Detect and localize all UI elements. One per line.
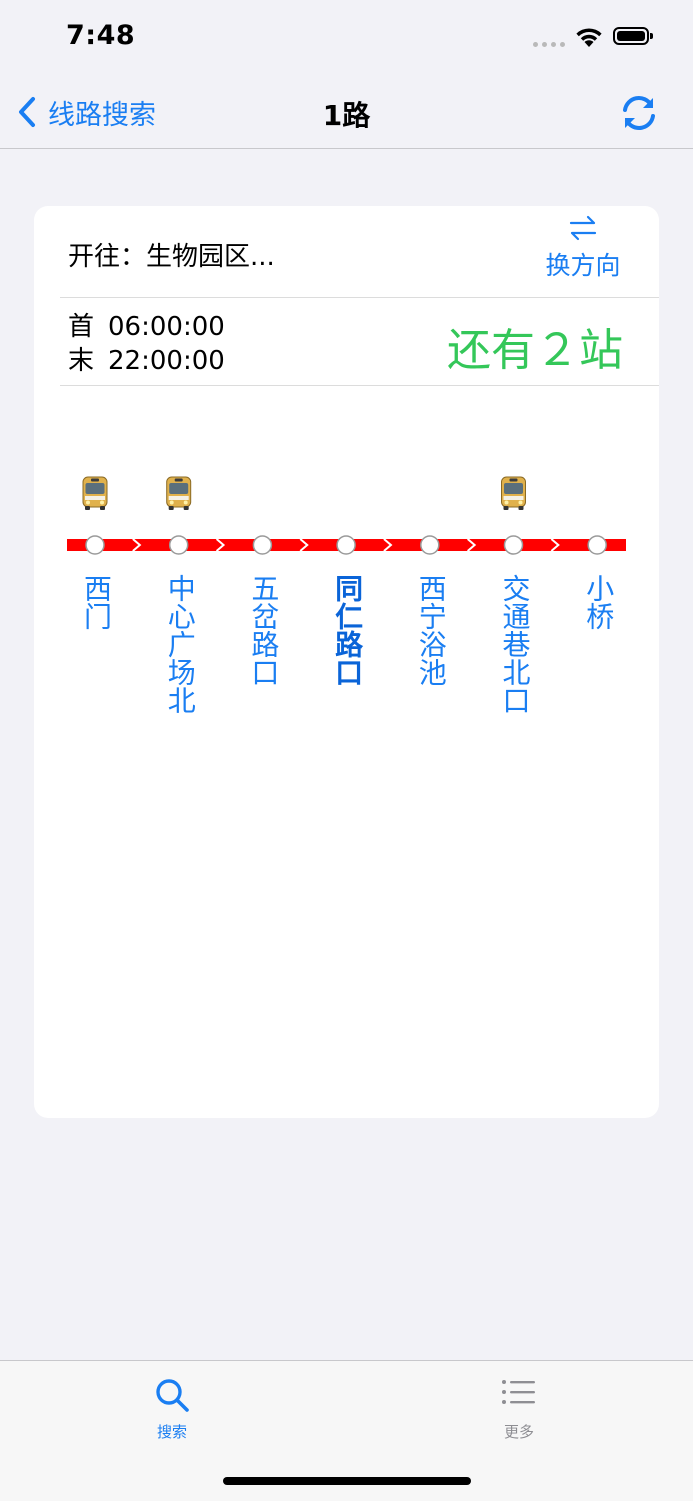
back-label: 线路搜索 bbox=[48, 99, 156, 131]
station-label[interactable]: 西宁浴池 bbox=[410, 574, 450, 686]
tab-more-label: 更多 bbox=[503, 1423, 534, 1441]
wifi-icon bbox=[576, 28, 602, 47]
chevron-left-icon bbox=[19, 97, 35, 127]
station-list: 西门 中心广场北 五岔路口 同仁路口 西宁浴池 交通巷北口 小桥 bbox=[34, 574, 659, 774]
navigation-bar: 线路搜索 1路 bbox=[0, 76, 693, 149]
bus-icon bbox=[166, 476, 192, 510]
station-node bbox=[336, 535, 356, 555]
refresh-icon bbox=[623, 95, 655, 131]
station-label[interactable]: 同仁路口 bbox=[326, 574, 366, 686]
tab-more[interactable]: 更多 bbox=[459, 1375, 579, 1442]
back-button[interactable]: 线路搜索 bbox=[18, 90, 156, 134]
search-icon bbox=[156, 1379, 189, 1412]
station-node bbox=[587, 535, 607, 555]
route-line-diagram bbox=[67, 476, 626, 555]
station-label[interactable]: 中心广场北 bbox=[159, 574, 199, 714]
tab-search[interactable]: 搜索 bbox=[112, 1375, 232, 1442]
list-icon bbox=[502, 1380, 535, 1404]
station-label[interactable]: 五岔路口 bbox=[242, 574, 282, 686]
battery-icon bbox=[613, 27, 653, 45]
station-node bbox=[168, 535, 189, 555]
station-node bbox=[252, 535, 273, 555]
route-card: 开往：生物园区... 换方向 首 06:00:00 末 22:00:00 还有２站 … bbox=[34, 206, 659, 1118]
station-label[interactable]: 西门 bbox=[75, 574, 115, 630]
cellular-signal-icon bbox=[533, 42, 565, 48]
tab-search-label: 搜索 bbox=[156, 1423, 187, 1441]
refresh-button[interactable] bbox=[617, 91, 661, 135]
station-node bbox=[85, 535, 105, 555]
home-indicator bbox=[223, 1477, 471, 1485]
bus-icon bbox=[501, 476, 526, 510]
station-label[interactable]: 小桥 bbox=[577, 574, 617, 630]
bus-icon bbox=[82, 476, 108, 510]
status-bar: 7:48 bbox=[0, 0, 693, 76]
station-label[interactable]: 交通巷北口 bbox=[494, 574, 534, 714]
station-node bbox=[503, 535, 524, 555]
station-node bbox=[420, 535, 440, 555]
status-time: 7:48 bbox=[66, 20, 136, 51]
